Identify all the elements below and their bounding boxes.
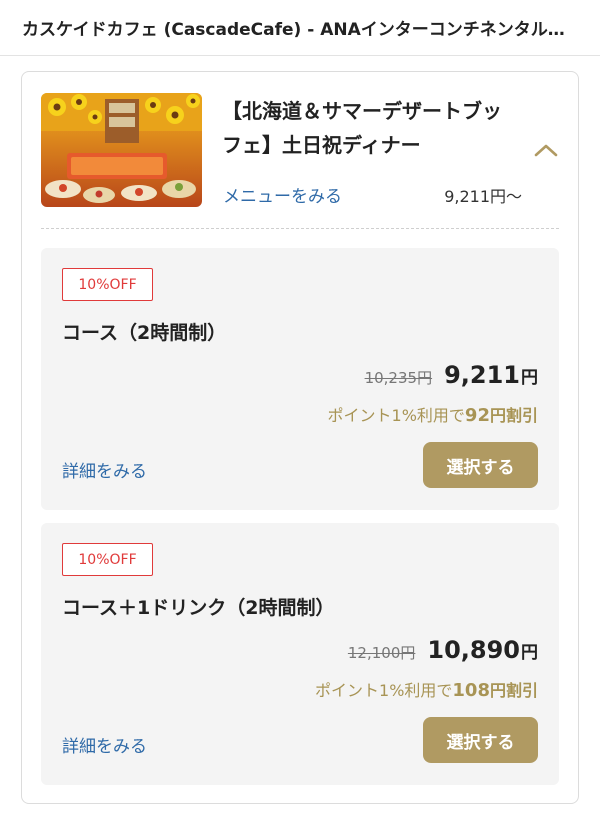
select-button[interactable]: 選択する xyxy=(423,717,538,763)
point-amount: 92 xyxy=(464,405,490,426)
price-unit: 円 xyxy=(521,643,538,663)
plan-header[interactable]: 【北海道＆サマーデザートブッ フェ】土日祝ディナー メニューをみる 9,211円… xyxy=(22,72,578,230)
restaurant-title: カスケイドカフェ (CascadeCafe) - ANAインターコンチネンタルホ… xyxy=(22,20,578,40)
plan-title: 【北海道＆サマーデザートブッ フェ】土日祝ディナー xyxy=(222,94,522,162)
plan-card: 【北海道＆サマーデザートブッ フェ】土日祝ディナー メニューをみる 9,211円… xyxy=(21,71,579,804)
from-price: 9,211円〜 xyxy=(444,187,522,206)
original-price: 10,235円 xyxy=(364,369,433,387)
discount-badge: 10%OFF xyxy=(62,268,153,301)
view-menu-link[interactable]: メニューをみる xyxy=(223,182,342,207)
point-amount: 108 xyxy=(452,680,490,701)
point-prefix: ポイント1%利用で xyxy=(327,406,465,425)
current-price: 9,211円 xyxy=(444,361,538,389)
divider xyxy=(41,228,559,229)
view-details-link[interactable]: 詳細をみる xyxy=(62,732,147,757)
select-button[interactable]: 選択する xyxy=(423,442,538,488)
point-discount: ポイント1%利用で 108 円割引 xyxy=(315,677,538,701)
price-number: 10,890 xyxy=(427,636,520,664)
top-bar: カスケイドカフェ (CascadeCafe) - ANAインターコンチネンタルホ… xyxy=(0,0,600,56)
course-name: コース＋1ドリンク（2時間制） xyxy=(62,597,335,619)
point-suffix: 円割引 xyxy=(489,681,538,700)
original-price: 12,100円 xyxy=(347,644,416,662)
discount-badge: 10%OFF xyxy=(62,543,153,576)
price-row: 10,235円 9,211円 xyxy=(365,361,538,389)
point-prefix: ポイント1%利用で xyxy=(315,681,453,700)
course-card: 10%OFF コース（2時間制） 10,235円 9,211円 ポイント1%利用… xyxy=(41,248,559,510)
price-row: 12,100円 10,890円 xyxy=(348,636,538,664)
price-unit: 円 xyxy=(521,368,538,388)
course-card: 10%OFF コース＋1ドリンク（2時間制） 12,100円 10,890円 ポ… xyxy=(41,523,559,785)
point-discount: ポイント1%利用で 92 円割引 xyxy=(328,402,538,426)
course-name: コース（2時間制） xyxy=(62,322,227,344)
summer-buffet-photo xyxy=(41,93,202,207)
price-number: 9,211 xyxy=(444,361,520,389)
view-details-link[interactable]: 詳細をみる xyxy=(62,457,147,482)
current-price: 10,890円 xyxy=(427,636,538,664)
point-suffix: 円割引 xyxy=(489,406,538,425)
plan-title-line-2: フェ】土日祝ディナー xyxy=(222,133,421,157)
plan-title-line-1: 【北海道＆サマーデザートブッ xyxy=(222,99,502,123)
chevron-up-icon[interactable] xyxy=(531,138,561,162)
